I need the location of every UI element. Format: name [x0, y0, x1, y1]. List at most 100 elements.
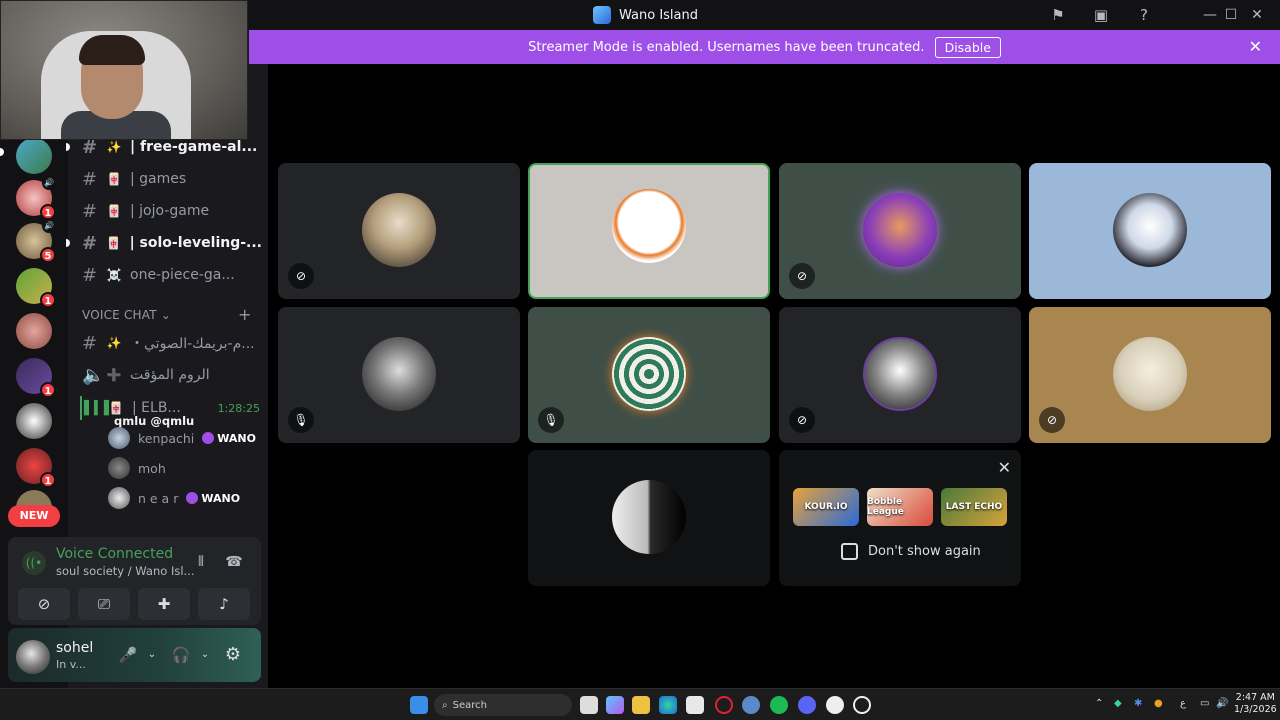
inbox-icon[interactable]: ▣	[1091, 5, 1111, 25]
dont-show-again[interactable]: Don't show again	[841, 543, 981, 560]
user-panel: sohel In v... 🎤 ⌄ 🎧 ⌄ ⚙	[8, 628, 261, 682]
mention-badge: 1	[40, 204, 56, 220]
webcam-overlay	[0, 0, 248, 140]
tray-app-icon[interactable]: ◆	[1114, 698, 1122, 709]
noise-suppression-icon[interactable]: ⦀	[191, 552, 211, 572]
avatar	[1113, 193, 1187, 267]
spotify-icon[interactable]	[770, 696, 788, 714]
close-icon[interactable]: ✕	[998, 458, 1011, 477]
chatgpt-icon[interactable]	[826, 696, 844, 714]
add-channel-icon[interactable]: +	[238, 305, 251, 324]
gear-icon[interactable]: ⚙	[223, 645, 243, 665]
soundboard-button[interactable]: ♪	[198, 588, 250, 620]
unread-indicator	[66, 239, 70, 247]
tray-mic-icon[interactable]: ●	[1154, 698, 1163, 709]
taskbar-clock[interactable]: 2:47 AM 1/3/2026	[1234, 692, 1277, 716]
avatar	[362, 193, 436, 267]
activities-button[interactable]: ✚	[138, 588, 190, 620]
window-title: Wano Island	[593, 6, 698, 24]
hash-icon: #	[82, 232, 98, 254]
file-explorer-icon[interactable]	[632, 696, 650, 714]
channel-name: | solo-leveling-...	[129, 235, 262, 251]
headphones-icon[interactable]: 🎧	[171, 645, 191, 665]
game-tile[interactable]: KOUR.IO	[793, 488, 859, 526]
checkbox[interactable]	[841, 543, 858, 560]
video-tile[interactable]: 🎙	[278, 307, 520, 443]
video-tile-speaking[interactable]	[528, 163, 770, 299]
app-icon[interactable]	[853, 696, 871, 714]
mention-badge: 1	[40, 472, 56, 488]
settings-icon[interactable]	[742, 696, 760, 714]
game-tile[interactable]: LAST ECHO	[941, 488, 1007, 526]
video-tile[interactable]: 🎙	[528, 307, 770, 443]
voice-member[interactable]: moh	[108, 457, 166, 479]
language-indicator[interactable]: ع	[1180, 698, 1186, 709]
voice-status[interactable]: Voice Connected	[56, 546, 173, 562]
guild-tag: WANO	[202, 432, 256, 445]
avatar	[1113, 337, 1187, 411]
category-label: VOICE CHAT	[82, 308, 157, 322]
store-icon[interactable]	[686, 696, 704, 714]
voice-channel-item[interactable]: 🔈 ➕ الروم المؤقت	[82, 363, 262, 387]
channel-item[interactable]: # 🀄 | solo-leveling-...	[82, 231, 262, 255]
avatar	[362, 337, 436, 411]
connection-signal-icon[interactable]: ((•	[22, 551, 46, 575]
channel-item[interactable]: # 🀄 | jojo-game	[82, 199, 262, 223]
network-icon[interactable]: ▭	[1200, 698, 1209, 709]
server-icon[interactable]	[16, 403, 52, 439]
microphone-icon[interactable]: 🎤	[118, 645, 138, 665]
voice-member[interactable]: n e a r WANO	[108, 487, 240, 509]
new-badge[interactable]: NEW	[8, 505, 60, 527]
minimize-button[interactable]: —	[1200, 5, 1220, 25]
server-icon[interactable]: 🔊 5	[16, 219, 56, 263]
discord-icon[interactable]	[798, 696, 816, 714]
edge-icon[interactable]	[659, 696, 677, 714]
screen-share-button[interactable]: ⎚	[78, 588, 130, 620]
video-tile[interactable]: ⊘	[1029, 307, 1271, 443]
server-icon[interactable]: 1	[16, 448, 56, 488]
server-icon[interactable]: 1	[16, 268, 56, 308]
bluetooth-icon[interactable]: ✱	[1134, 698, 1142, 709]
taskbar-search[interactable]: ⌕ Search	[434, 694, 572, 716]
voice-channel-item[interactable]: # ✨ ・م-بريمك-الصوتي...	[82, 331, 262, 355]
close-window-button[interactable]: ✕	[1247, 5, 1267, 25]
tray-chevron-icon[interactable]: ⌃	[1095, 698, 1103, 709]
volume-icon[interactable]: 🔊	[1216, 698, 1228, 709]
user-status: In v...	[56, 658, 86, 671]
server-icon[interactable]: 🔊 1	[16, 176, 56, 220]
disable-streamer-mode-button[interactable]: Disable	[934, 36, 1001, 58]
maximize-button[interactable]: ☐	[1221, 5, 1241, 25]
video-tile[interactable]	[528, 450, 770, 586]
opera-icon[interactable]	[715, 696, 733, 714]
avatar[interactable]	[16, 640, 50, 674]
video-tile[interactable]: ⊘	[278, 163, 520, 299]
server-icon[interactable]	[16, 138, 52, 174]
channel-item[interactable]: # 🀄 | games	[82, 167, 262, 191]
camera-toggle-button[interactable]: ⊘	[18, 588, 70, 620]
chevron-down-icon[interactable]: ⌄	[142, 645, 162, 665]
server-icon[interactable]	[16, 313, 52, 349]
chevron-down-icon[interactable]: ⌄	[195, 645, 215, 665]
close-icon[interactable]: ✕	[1249, 37, 1262, 56]
member-name: kenpachi	[138, 430, 195, 446]
voice-member[interactable]: kenpachi WANO	[108, 427, 256, 449]
server-icon[interactable]: 1	[16, 358, 56, 398]
windows-start-icon[interactable]	[410, 696, 428, 714]
video-off-icon: ⊘	[789, 407, 815, 433]
disconnect-icon[interactable]: ☎	[224, 552, 244, 572]
video-tile[interactable]: ⊘	[779, 163, 1021, 299]
video-tile[interactable]	[1029, 163, 1271, 299]
category-voice-chat[interactable]: VOICE CHAT ⌄	[82, 308, 171, 322]
flag-icon[interactable]: ⚑	[1048, 5, 1068, 25]
game-tile[interactable]: Bobble League	[867, 488, 933, 526]
help-icon[interactable]: ?	[1134, 5, 1154, 25]
username[interactable]: sohel	[56, 640, 93, 656]
copilot-icon[interactable]	[606, 696, 624, 714]
task-view-icon[interactable]	[580, 696, 598, 714]
chevron-down-icon: ⌄	[160, 308, 172, 322]
mic-off-icon: 🎙	[288, 407, 314, 433]
channel-item[interactable]: # ☠️ one-piece-ga...	[82, 263, 262, 287]
video-tile[interactable]: ⊘	[779, 307, 1021, 443]
checkbox-label: Don't show again	[868, 544, 981, 559]
voice-location[interactable]: soul society / Wano Isl...	[56, 564, 195, 578]
